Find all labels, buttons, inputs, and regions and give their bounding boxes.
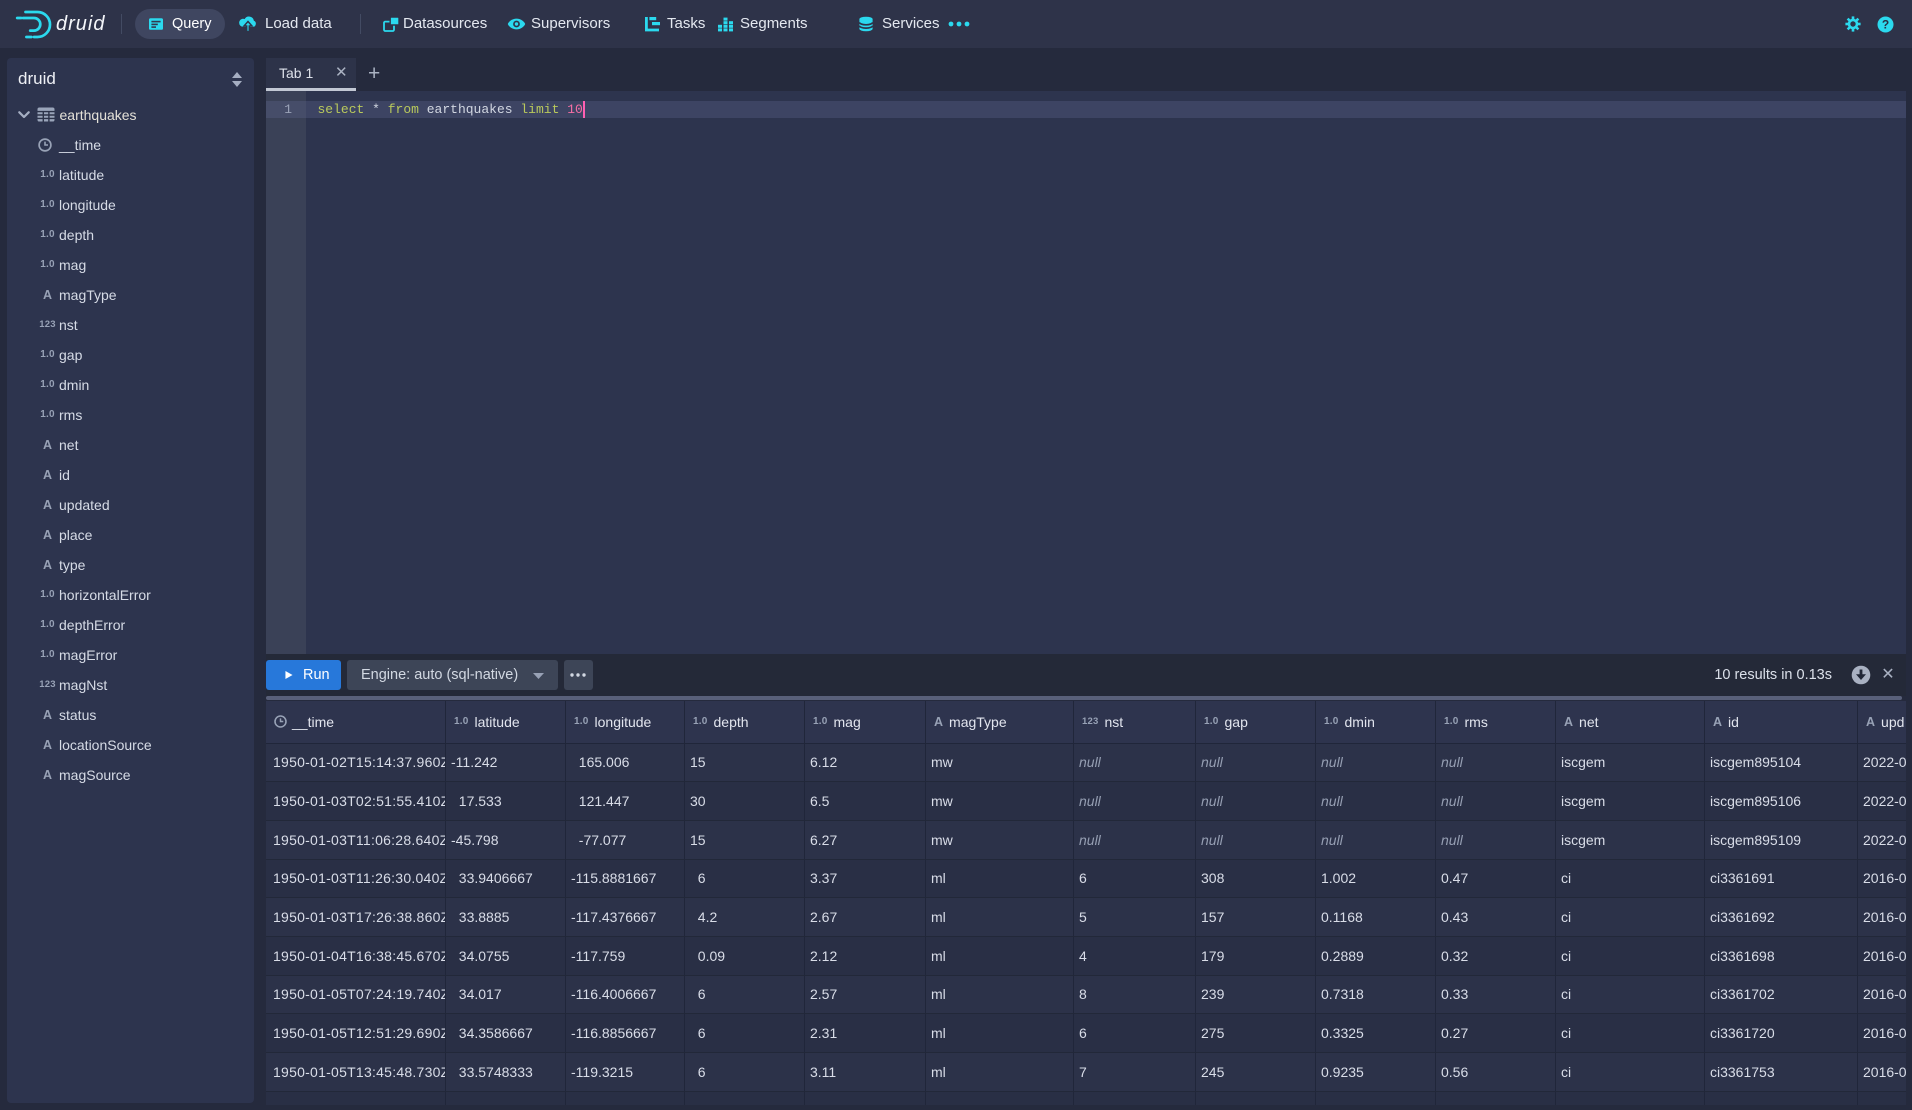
svg-text:?: ? [1882,17,1889,31]
